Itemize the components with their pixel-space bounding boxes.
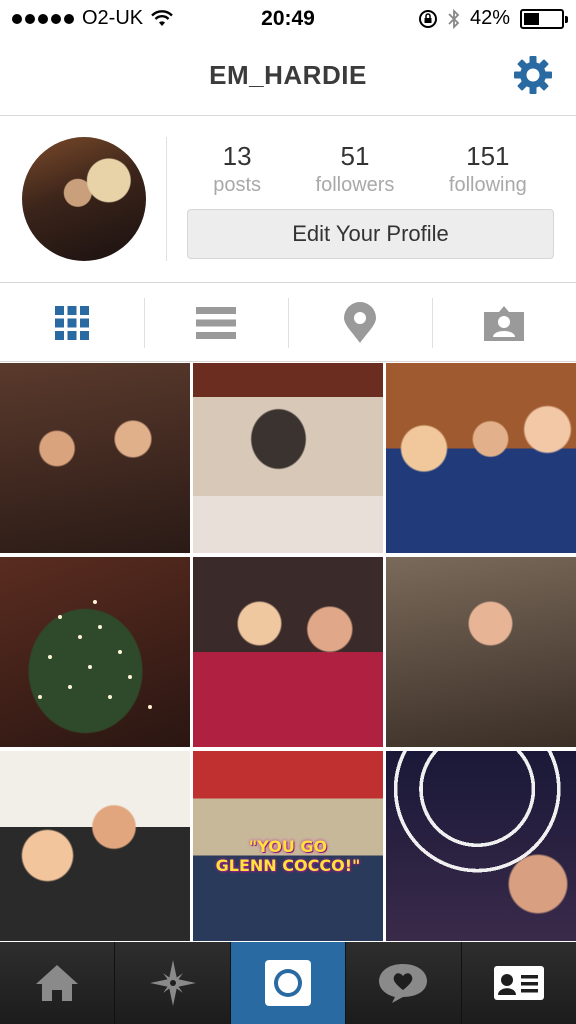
battery-percent: 42% [469, 7, 510, 29]
stat-value: 51 [340, 141, 370, 171]
photo-thumbnail[interactable] [0, 751, 190, 941]
explore-icon [149, 960, 196, 1006]
grid-icon [55, 305, 89, 340]
stat-label: followers [315, 174, 395, 196]
bottom-tab-bar [0, 942, 576, 1024]
tab-tagged-view[interactable] [432, 284, 576, 361]
tab-camera[interactable] [230, 942, 347, 1024]
tab-home[interactable] [0, 942, 116, 1024]
photo-thumbnail[interactable] [386, 557, 576, 747]
edit-profile-button[interactable]: Edit Your Profile [187, 209, 554, 259]
photo-thumbnail[interactable] [386, 751, 576, 941]
rotation-lock-icon [418, 9, 437, 28]
photo-thumbnail[interactable]: "YOU GO GLENN COCCO!" [193, 751, 383, 941]
divider [166, 137, 167, 261]
stat-posts[interactable]: 13 posts [213, 141, 261, 197]
tab-map-view[interactable] [288, 284, 432, 361]
tab-profile[interactable] [461, 942, 576, 1024]
camera-icon [265, 960, 312, 1006]
gear-icon[interactable] [512, 54, 554, 96]
stat-label: following [448, 174, 527, 196]
tab-explore[interactable] [115, 942, 231, 1024]
avatar[interactable] [22, 137, 146, 261]
photo-grid: "YOU GO GLENN COCCO!" [0, 363, 576, 941]
battery-icon [520, 8, 568, 29]
photo-thumbnail[interactable] [0, 557, 190, 747]
photo-thumbnail[interactable] [193, 557, 383, 747]
status-bar: O2-UK 20:49 42% [0, 0, 576, 38]
tab-list-view[interactable] [144, 284, 288, 361]
nav-bar: EM_HARDIE [0, 38, 576, 116]
photo-thumbnail[interactable] [0, 363, 190, 553]
home-icon [36, 965, 79, 1001]
tab-grid-view[interactable] [0, 284, 144, 361]
christmas-tree-lights [38, 600, 152, 709]
profile-header: 13 posts 51 followers 151 following Edit… [0, 117, 576, 283]
photo-thumbnail[interactable] [193, 363, 383, 553]
page-title: EM_HARDIE [209, 60, 367, 90]
photo-thumbnail[interactable] [386, 363, 576, 553]
view-switcher [0, 284, 576, 362]
tab-activity[interactable] [346, 942, 462, 1024]
tagged-photos-icon [484, 305, 524, 341]
stat-value: 13 [222, 141, 252, 171]
caption-line: "YOU GO [248, 837, 328, 856]
stat-label: posts [213, 174, 262, 196]
list-icon [196, 306, 236, 339]
stat-following[interactable]: 151 following [449, 141, 527, 197]
bluetooth-icon [448, 8, 460, 29]
profile-icon [493, 966, 544, 1000]
profile-stats: 13 posts 51 followers 151 following [186, 141, 554, 197]
caption-line: GLENN COCCO!" [215, 856, 361, 876]
activity-icon [379, 964, 428, 1003]
photo-caption-text: "YOU GO GLENN COCCO!" [193, 837, 383, 875]
stat-value: 151 [466, 141, 510, 171]
location-pin-icon [344, 301, 376, 343]
status-right: 42% [418, 7, 568, 30]
stat-followers[interactable]: 51 followers [316, 141, 395, 197]
